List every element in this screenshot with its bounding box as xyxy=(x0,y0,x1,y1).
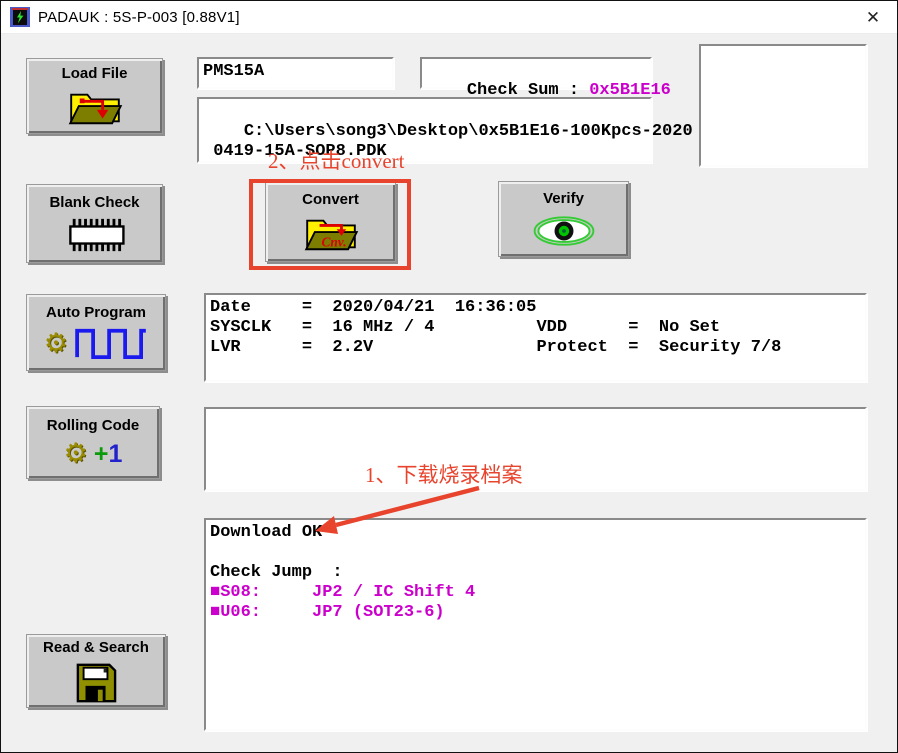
convert-button[interactable]: Convert Cnv. xyxy=(265,182,396,262)
check-jump-label: Check Jump : xyxy=(210,563,861,583)
verify-label: Verify xyxy=(543,190,584,207)
settings-info-text: Date = 2020/04/21 16:36:05 SYSCLK = 16 M… xyxy=(206,295,865,361)
rolling-code-button[interactable]: Rolling Code ⚙ +1 xyxy=(26,406,160,479)
part-number-field[interactable]: PMS15A xyxy=(197,57,394,89)
open-folder-icon xyxy=(67,88,123,128)
load-file-button[interactable]: Load File xyxy=(26,58,163,134)
title-bar: PADAUK : 5S-P-003 [0.88V1] ✕ xyxy=(1,1,897,34)
annotation-step1: 1、下载烧录档案 xyxy=(365,459,523,489)
file-path-field[interactable]: C:\Users\song3\Desktop\0x5B1E16-100Kpcs-… xyxy=(197,97,652,163)
floppy-disk-icon xyxy=(74,662,118,704)
settings-info-panel: Date = 2020/04/21 16:36:05 SYSCLK = 16 M… xyxy=(204,293,867,382)
plus-one-icon: +1 xyxy=(94,440,123,469)
part-number-value: PMS15A xyxy=(203,62,264,81)
rolling-code-label: Rolling Code xyxy=(47,417,140,434)
progress-panel xyxy=(204,407,867,491)
annotation-step2: 2、点击convert xyxy=(268,145,404,175)
output-blank-line xyxy=(210,543,861,563)
jump-line-s08: ■S08: JP2 / IC Shift 4 xyxy=(210,583,861,603)
read-search-button[interactable]: Read & Search xyxy=(26,634,166,708)
gear-icon: ⚙ xyxy=(44,331,68,357)
verify-eye-icon xyxy=(532,213,596,249)
read-search-label: Read & Search xyxy=(43,639,149,656)
ic-chip-icon xyxy=(63,217,127,253)
gear-icon: ⚙ xyxy=(64,441,88,467)
window-title: PADAUK : 5S-P-003 [0.88V1] xyxy=(38,9,240,26)
auto-program-label: Auto Program xyxy=(46,304,146,321)
checksum-field: Check Sum : 0x5B1E16 xyxy=(420,57,652,89)
square-wave-icon xyxy=(74,327,148,362)
app-window: PADAUK : 5S-P-003 [0.88V1] ✕ Load File B… xyxy=(0,0,898,753)
svg-text:Cnv.: Cnv. xyxy=(321,234,346,249)
preview-box xyxy=(699,44,867,167)
blank-check-label: Blank Check xyxy=(49,194,139,211)
blank-check-button[interactable]: Blank Check xyxy=(26,184,163,263)
auto-program-button[interactable]: Auto Program ⚙ xyxy=(26,294,166,371)
download-status: Download OK xyxy=(210,523,861,543)
jump-line-u06: ■U06: JP7 (SOT23-6) xyxy=(210,603,861,623)
load-file-label: Load File xyxy=(62,65,128,82)
app-logo-icon xyxy=(10,7,30,27)
verify-button[interactable]: Verify xyxy=(498,181,629,257)
close-icon[interactable]: ✕ xyxy=(861,7,885,29)
convert-folder-icon: Cnv. xyxy=(303,214,359,254)
output-log-panel: Download OK Check Jump : ■S08: JP2 / IC … xyxy=(204,518,867,731)
convert-label: Convert xyxy=(302,191,359,208)
